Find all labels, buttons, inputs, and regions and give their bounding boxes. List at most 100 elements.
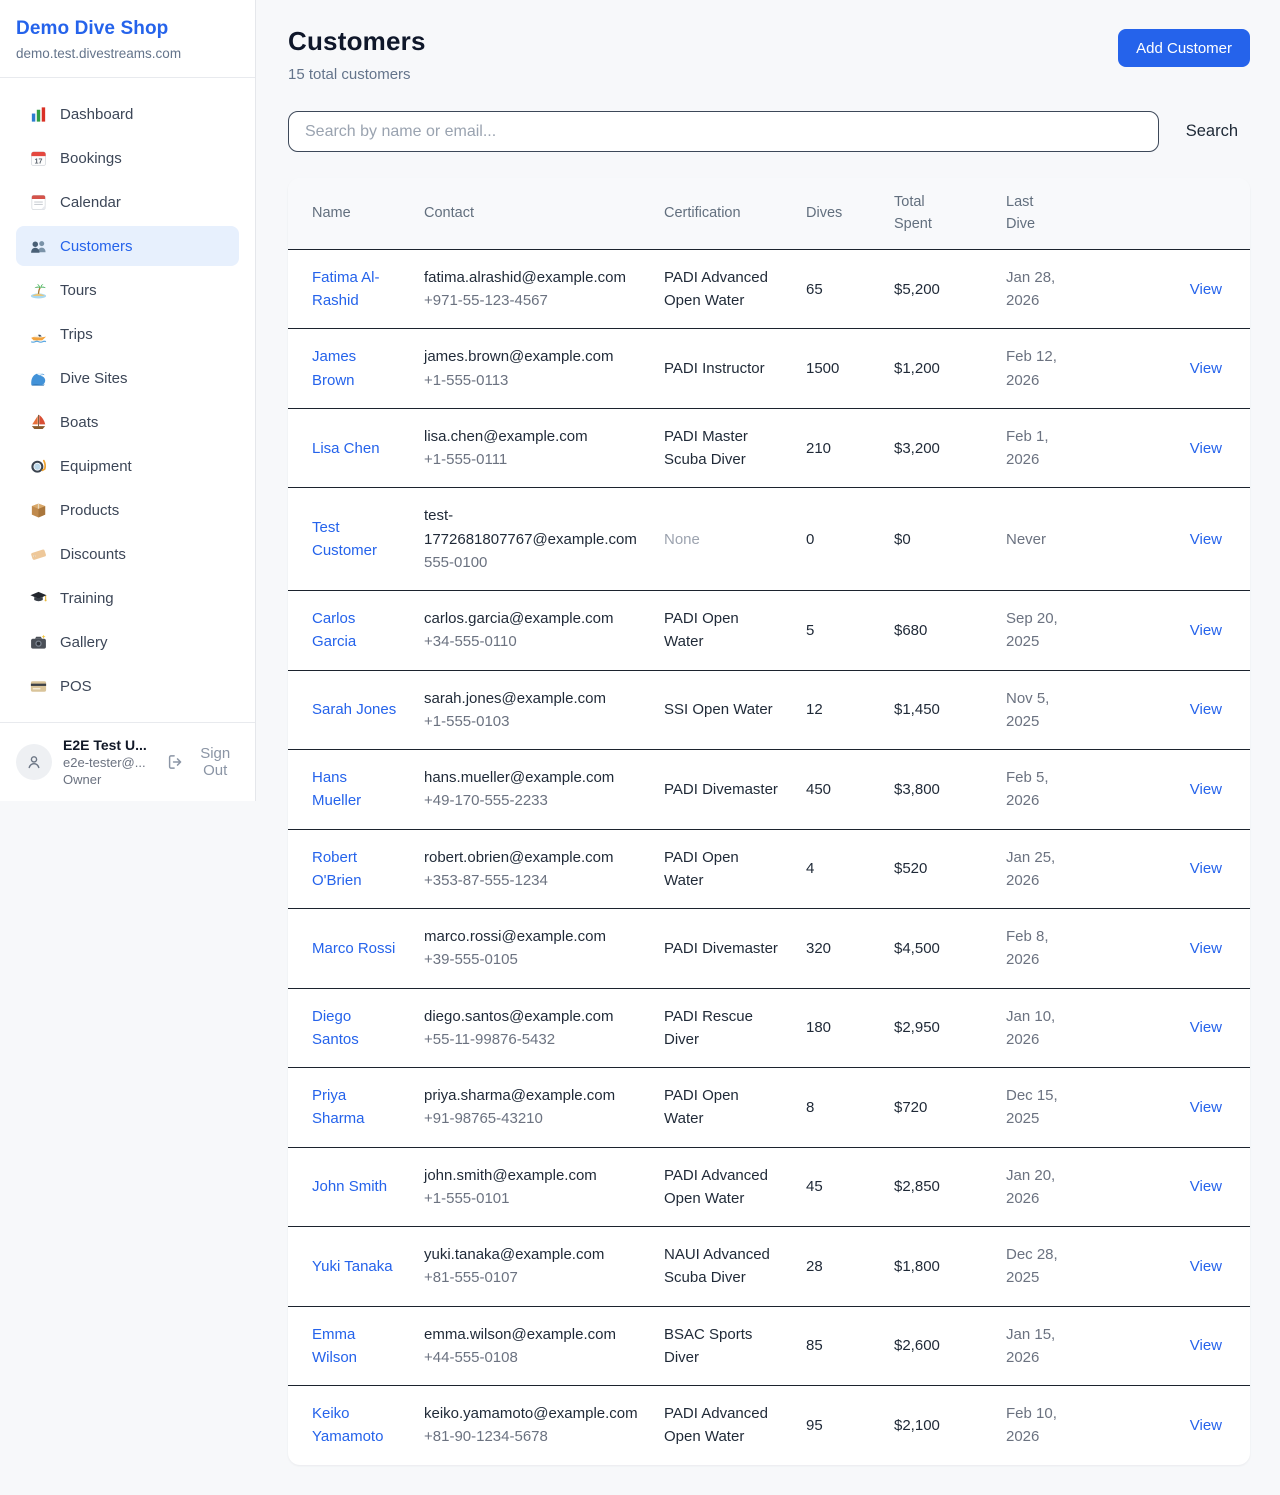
view-customer-link[interactable]: View [1190,281,1222,298]
contact-cell: sarah.jones@example.com+1-555-0103 [424,670,664,750]
sidebar-item-label: Gallery [60,634,108,651]
sidebar-item-dashboard[interactable]: Dashboard [16,94,239,134]
customer-name-link[interactable]: Diego Santos [312,1008,359,1048]
customer-name-link[interactable]: Sarah Jones [312,701,396,718]
customer-name-link[interactable]: Hans Mueller [312,769,361,809]
last-dive-cell: Nov 5, 2025 [1006,670,1110,750]
sidebar-item-tours[interactable]: Tours [16,270,239,310]
contact-cell: emma.wilson@example.com+44-555-0108 [424,1306,664,1386]
search-button[interactable]: Search [1159,122,1250,141]
view-customer-link[interactable]: View [1190,1258,1222,1275]
customer-name-link[interactable]: James Brown [312,348,356,388]
view-customer-link[interactable]: View [1190,940,1222,957]
view-customer-link[interactable]: View [1190,1417,1222,1434]
view-customer-link[interactable]: View [1190,1178,1222,1195]
sidebar-item-label: Calendar [60,194,121,211]
total-spent-cell: $4,500 [894,909,1006,989]
dives-cell: 180 [806,988,894,1068]
sidebar-item-training[interactable]: Training [16,578,239,618]
contact-cell: test-1772681807767@example.com555-0100 [424,488,664,591]
customer-name-link[interactable]: Robert O'Brien [312,849,362,889]
customer-email: john.smith@example.com [424,1164,640,1187]
view-customer-link[interactable]: View [1190,1099,1222,1116]
customers-table-card: NameContactCertificationDivesTotal Spent… [288,178,1250,1465]
certification-cell: PADI Divemaster [664,909,806,989]
sidebar-item-boats[interactable]: Boats [16,402,239,442]
last-dive-cell: Dec 15, 2025 [1006,1068,1110,1148]
sidebar-item-dive-sites[interactable]: Dive Sites [16,358,239,398]
sidebar-item-label: Training [60,590,114,607]
view-customer-link[interactable]: View [1190,701,1222,718]
customer-email: robert.obrien@example.com [424,846,640,869]
sidebar-nav: Dashboard 17 Bookings Calendar Customers… [0,78,255,722]
table-row: Priya Sharmapriya.sharma@example.com+91-… [288,1068,1250,1148]
customer-phone: +81-90-1234-5678 [424,1425,640,1448]
add-customer-button[interactable]: Add Customer [1118,29,1250,67]
customer-phone: +971-55-123-4567 [424,289,640,312]
customer-name-link[interactable]: Marco Rossi [312,940,395,957]
certification-cell: PADI Master Scuba Diver [664,408,806,488]
view-cell: View [1110,1147,1250,1227]
dive-sites-icon [28,368,48,388]
sidebar-item-calendar[interactable]: Calendar [16,182,239,222]
customer-name-link[interactable]: Yuki Tanaka [312,1258,393,1275]
customer-name-link[interactable]: Test Customer [312,519,377,559]
last-dive-cell: Jan 25, 2026 [1006,829,1110,909]
dives-cell: 8 [806,1068,894,1148]
table-row: John Smithjohn.smith@example.com+1-555-0… [288,1147,1250,1227]
view-customer-link[interactable]: View [1190,781,1222,798]
dives-cell: 95 [806,1386,894,1465]
sidebar-item-bookings[interactable]: 17 Bookings [16,138,239,178]
total-spent-cell: $1,800 [894,1227,1006,1307]
page-header: Customers 15 total customers Add Custome… [288,26,1250,83]
sidebar-item-discounts[interactable]: Discounts [16,534,239,574]
last-dive-cell: Feb 10, 2026 [1006,1386,1110,1465]
total-spent-cell: $1,200 [894,329,1006,409]
calendar-icon [28,192,48,212]
customer-name-link[interactable]: Fatima Al-Rashid [312,269,380,309]
customer-name-link[interactable]: Carlos Garcia [312,610,356,650]
total-spent-cell: $2,850 [894,1147,1006,1227]
table-row: Marco Rossi marco.rossi@example.com+39-55… [288,909,1250,989]
table-row: Hans Muellerhans.mueller@example.com+49-… [288,750,1250,830]
contact-cell: keiko.yamamoto@example.com+81-90-1234-56… [424,1386,664,1465]
view-cell: View [1110,1227,1250,1307]
customer-name-link[interactable]: Emma Wilson [312,1326,357,1366]
table-row: Yuki Tanakayuki.tanaka@example.com+81-55… [288,1227,1250,1307]
view-customer-link[interactable]: View [1190,860,1222,877]
customer-name-link[interactable]: Keiko Yamamoto [312,1405,383,1445]
name-cell: Emma Wilson [288,1306,424,1386]
products-icon [28,500,48,520]
sidebar-item-gallery[interactable]: Gallery [16,622,239,662]
dives-cell: 210 [806,408,894,488]
sidebar-item-products[interactable]: Products [16,490,239,530]
table-row: Emma Wilson emma.wilson@example.com+44-55… [288,1306,1250,1386]
customer-name-link[interactable]: John Smith [312,1178,387,1195]
table-row: Fatima Al-Rashid fatima.alrashid@example.… [288,249,1250,329]
sidebar-item-trips[interactable]: Trips [16,314,239,354]
sidebar-item-customers[interactable]: Customers [16,226,239,266]
certification-cell: PADI Open Water [664,829,806,909]
view-customer-link[interactable]: View [1190,440,1222,457]
view-customer-link[interactable]: View [1190,531,1222,548]
contact-cell: lisa.chen@example.com+1-555-0111 [424,408,664,488]
sidebar-item-pos[interactable]: POS [16,666,239,706]
contact-cell: fatima.alrashid@example.com+971-55-123-4… [424,249,664,329]
total-spent-cell: $2,950 [894,988,1006,1068]
contact-cell: marco.rossi@example.com+39-555-0105 [424,909,664,989]
sidebar-item-equipment[interactable]: Equipment [16,446,239,486]
user-role: Owner [63,772,153,787]
customer-name-link[interactable]: Lisa Chen [312,440,380,457]
customer-name-link[interactable]: Priya Sharma [312,1087,365,1127]
dashboard-icon [28,104,48,124]
column-header: Dives [806,178,894,249]
view-customer-link[interactable]: View [1190,360,1222,377]
view-customer-link[interactable]: View [1190,1337,1222,1354]
sign-out-button[interactable]: Sign Out [166,745,239,779]
customer-phone: +34-555-0110 [424,630,640,653]
column-header: Contact [424,178,664,249]
name-cell: Diego Santos [288,988,424,1068]
search-input[interactable] [288,111,1159,152]
view-customer-link[interactable]: View [1190,622,1222,639]
view-customer-link[interactable]: View [1190,1019,1222,1036]
